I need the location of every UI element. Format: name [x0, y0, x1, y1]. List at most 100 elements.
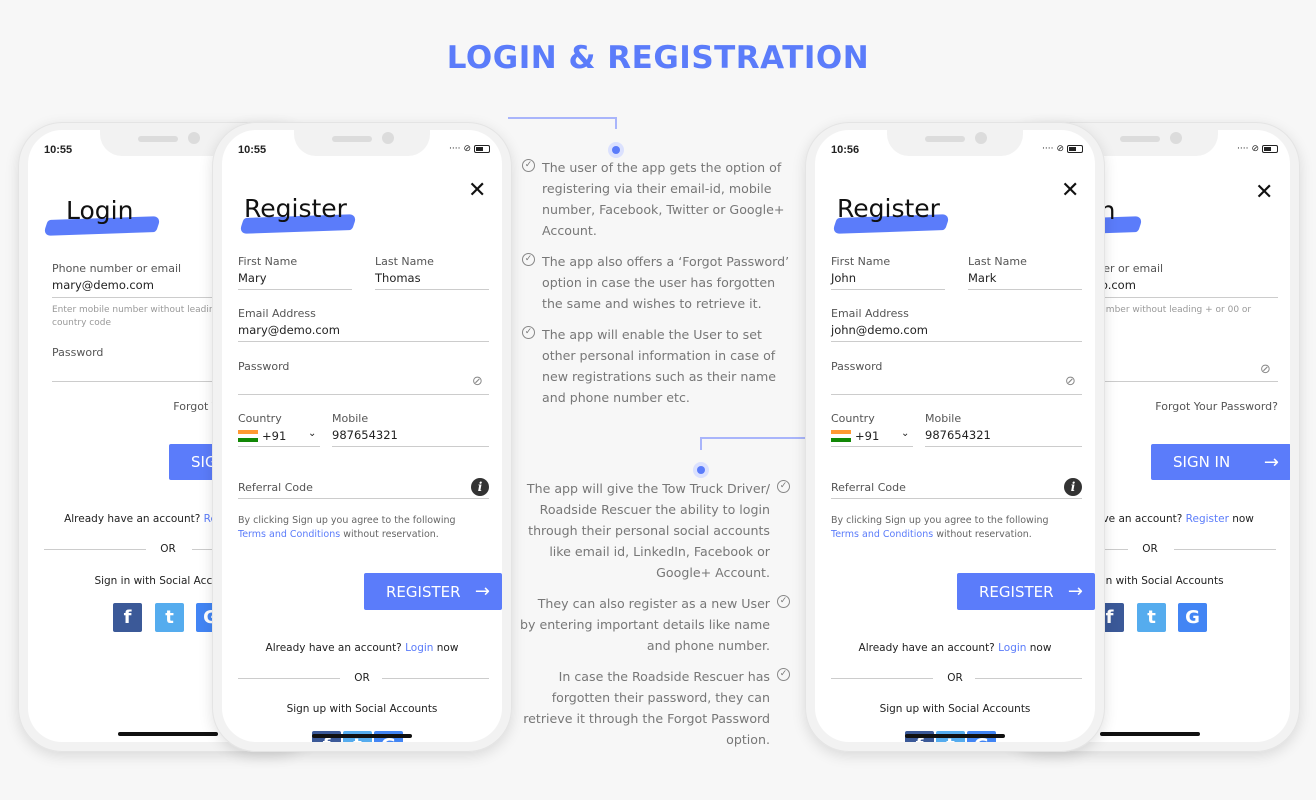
arrow-right-icon: →	[1067, 581, 1083, 602]
forgot-password-link[interactable]: Forgot Your Password?	[1155, 400, 1278, 413]
terms-text: By clicking Sign up you agree to the fol…	[831, 514, 1091, 542]
facebook-icon[interactable]: f	[113, 603, 142, 632]
chevron-down-icon: ⌄	[308, 428, 317, 439]
page-title: LOGIN & REGISTRATION	[446, 40, 870, 76]
password-input[interactable]	[831, 394, 1082, 395]
last-name-input[interactable]: Mark	[968, 271, 996, 285]
feature-item: ✓ The app also offers a ‘Forgot Password’…	[522, 251, 792, 314]
feature-list-left: ✓ The user of the app gets the option of …	[522, 157, 792, 418]
status-icons: ····⊘	[449, 144, 490, 154]
signal-icon: ····	[449, 144, 461, 154]
signal-icon: ····	[1237, 144, 1249, 154]
eye-slash-icon[interactable]: ⊘	[472, 374, 483, 389]
feature-text: The user of the app gets the option of r…	[542, 160, 785, 238]
close-icon[interactable]: ✕	[1255, 180, 1273, 205]
feature-list-right: ✓ The app will give the Tow Truck Driver/…	[520, 478, 790, 760]
close-icon[interactable]: ✕	[1061, 178, 1079, 203]
connector-dot	[608, 142, 624, 158]
terms-suffix: without reservation.	[340, 529, 439, 540]
login-prompt: Already have an account? Login now	[815, 642, 1095, 654]
check-circle-icon: ✓	[522, 253, 535, 266]
email-input[interactable]: mary@demo.com	[238, 323, 340, 337]
eye-slash-icon[interactable]: ⊘	[1065, 374, 1076, 389]
status-time: 10:55	[238, 144, 267, 156]
prompt-text: Already have an account?	[265, 642, 406, 654]
country-code: +91	[855, 429, 880, 443]
terms-suffix: without reservation.	[933, 529, 1032, 540]
phone-mockup-register: 10:56 ···· ⊘ ✕ Register First Name John La…	[805, 122, 1105, 752]
close-icon[interactable]: ✕	[468, 178, 486, 203]
connector-line	[508, 117, 617, 119]
battery-icon	[474, 145, 490, 153]
status-time: 10:55	[44, 144, 73, 156]
check-circle-icon: ✓	[522, 159, 535, 172]
chevron-down-icon: ⌄	[901, 428, 910, 439]
phone-mockup-register: 10:55 ···· ⊘ ✕ Register First Name Mary La…	[212, 122, 512, 752]
sign-in-button[interactable]: SIGN IN →	[1151, 444, 1290, 480]
email-input[interactable]: john@demo.com	[831, 323, 928, 337]
link-icon: ⊘	[1251, 144, 1259, 154]
country-select[interactable]: +91	[831, 429, 879, 443]
feature-item: ✓ In case the Roadside Rescuer has forgot…	[520, 666, 790, 750]
password-label: Password	[238, 360, 290, 373]
referral-input[interactable]	[831, 498, 1082, 499]
register-label: REGISTER	[979, 582, 1054, 601]
screen-title: Register	[244, 194, 347, 223]
country-label: Country	[238, 412, 282, 425]
notch	[887, 130, 1023, 156]
country-select[interactable]: +91	[238, 429, 286, 443]
first-name-input[interactable]: John	[831, 271, 856, 285]
country-code: +91	[262, 429, 287, 443]
phone-input[interactable]: mary@demo.com	[52, 278, 154, 292]
register-button[interactable]: REGISTER →	[364, 573, 502, 610]
arrow-right-icon: →	[474, 581, 490, 602]
mobile-input[interactable]: 987654321	[332, 428, 398, 442]
twitter-icon[interactable]: t	[1137, 603, 1166, 632]
login-link[interactable]: Login	[998, 642, 1026, 654]
feature-item: ✓ The app will give the Tow Truck Driver/…	[520, 478, 790, 583]
check-circle-icon: ✓	[522, 326, 535, 339]
india-flag-icon	[831, 430, 851, 442]
twitter-icon[interactable]: t	[155, 603, 184, 632]
status-icons: ····⊘	[1237, 144, 1278, 154]
terms-link[interactable]: Terms and Conditions	[831, 529, 933, 540]
speaker	[138, 136, 178, 142]
eye-slash-icon[interactable]: ⊘	[1260, 362, 1271, 377]
prompt-text: Already have an account?	[64, 513, 204, 525]
home-indicator	[312, 734, 412, 738]
status-time: 10:56	[831, 144, 860, 156]
screen-title: Login	[66, 196, 134, 225]
google-icon[interactable]: G	[1178, 603, 1207, 632]
login-link[interactable]: Login	[405, 642, 433, 654]
feature-text: The app will give the Tow Truck Driver/ …	[526, 481, 770, 580]
register-button[interactable]: REGISTER →	[957, 573, 1095, 610]
info-icon[interactable]: i	[1064, 478, 1082, 496]
status-icons: ····⊘	[1042, 144, 1083, 154]
info-icon[interactable]: i	[471, 478, 489, 496]
password-input[interactable]	[238, 394, 489, 395]
terms-prefix: By clicking Sign up you agree to the fol…	[238, 515, 456, 526]
arrow-right-icon: →	[1263, 451, 1279, 473]
check-circle-icon: ✓	[777, 480, 790, 493]
camera	[382, 132, 394, 144]
feature-text: The app also offers a ‘Forgot Password’ …	[542, 254, 790, 311]
password-label: Password	[52, 346, 104, 359]
camera	[1170, 132, 1182, 144]
mobile-input[interactable]: 987654321	[925, 428, 991, 442]
speaker	[332, 136, 372, 142]
terms-text: By clicking Sign up you agree to the fol…	[238, 514, 498, 542]
referral-label: Referral Code	[238, 481, 313, 494]
feature-text: The app will enable the User to set othe…	[542, 327, 777, 405]
register-link[interactable]: Register	[1186, 513, 1229, 525]
prompt-text: Already have an account?	[858, 642, 999, 654]
last-name-input[interactable]: Thomas	[375, 271, 421, 285]
referral-input[interactable]	[238, 498, 489, 499]
feature-text: In case the Roadside Rescuer has forgott…	[523, 669, 770, 747]
screen-title: Register	[837, 194, 940, 223]
first-name-input[interactable]: Mary	[238, 271, 267, 285]
social-heading: Sign up with Social Accounts	[286, 703, 438, 715]
last-name-label: Last Name	[968, 255, 1027, 268]
connector-line	[700, 437, 806, 439]
helper-text: country code	[52, 318, 111, 328]
terms-link[interactable]: Terms and Conditions	[238, 529, 340, 540]
